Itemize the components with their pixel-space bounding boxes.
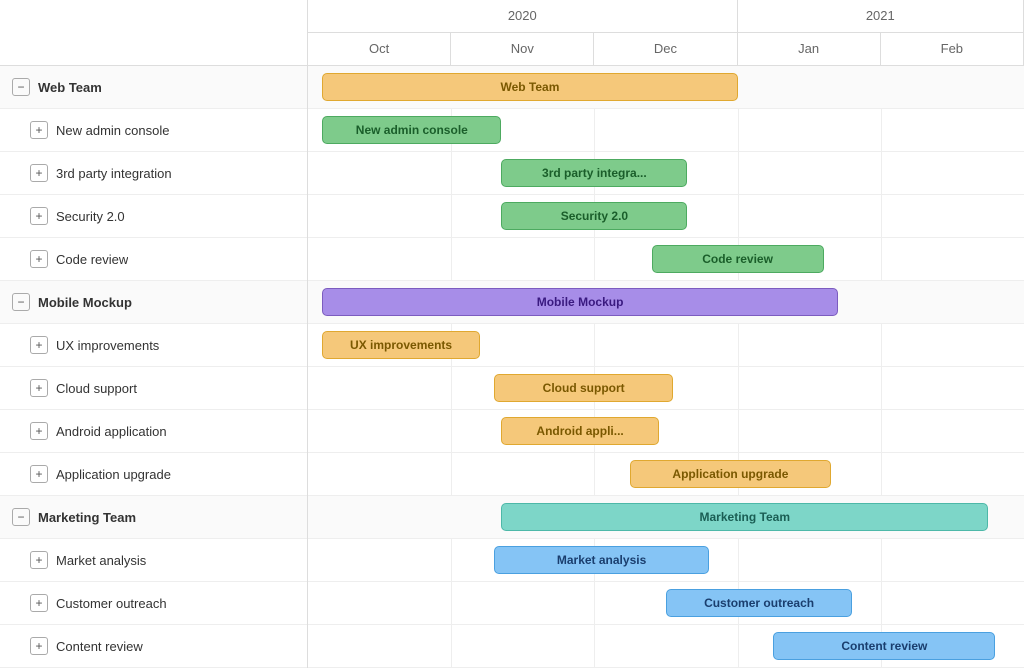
task-row-ux-improvements[interactable]: + UX improvements xyxy=(0,324,307,367)
task-row-web-team[interactable]: −Web Team xyxy=(0,66,307,109)
task-label-application-upgrade: Application upgrade xyxy=(56,467,171,482)
chart-row-marketing-team: Marketing Team xyxy=(308,496,1024,539)
gantt-bar-content-review[interactable]: Content review xyxy=(773,632,995,660)
task-row-new-admin-console[interactable]: + New admin console xyxy=(0,109,307,152)
chart-row-3rd-party-integration: 3rd party integra... xyxy=(308,152,1024,195)
task-label-code-review: Code review xyxy=(56,252,128,267)
chart-row-ux-improvements: UX improvements xyxy=(308,324,1024,367)
task-label-market-analysis: Market analysis xyxy=(56,553,146,568)
gantt-bar-ux-improvements[interactable]: UX improvements xyxy=(322,331,480,359)
gantt-bar-android-appli...[interactable]: Android appli... xyxy=(501,417,659,445)
task-row-content-review[interactable]: + Content review xyxy=(0,625,307,668)
gantt-bar-mobile-mockup[interactable]: Mobile Mockup xyxy=(322,288,838,316)
year-cell-2020: 2020 xyxy=(308,0,738,32)
task-row-customer-outreach[interactable]: + Customer outreach xyxy=(0,582,307,625)
year-cell-2021: 2021 xyxy=(738,0,1024,32)
task-row-cloud-support[interactable]: + Cloud support xyxy=(0,367,307,410)
gantt-bar-security-2.0[interactable]: Security 2.0 xyxy=(501,202,687,230)
task-label-mobile-mockup: Mobile Mockup xyxy=(38,295,132,310)
task-label-content-review: Content review xyxy=(56,639,143,654)
gantt-bar-customer-outreach[interactable]: Customer outreach xyxy=(666,589,852,617)
expand-icon[interactable]: + xyxy=(30,379,48,397)
task-row-market-analysis[interactable]: + Market analysis xyxy=(0,539,307,582)
month-cell-nov: Nov xyxy=(451,33,594,66)
gantt-bar-3rd-party-integra...[interactable]: 3rd party integra... xyxy=(501,159,687,187)
gantt-bar-code-review[interactable]: Code review xyxy=(652,245,824,273)
task-row-3rd-party-integration[interactable]: +3rd party integration xyxy=(0,152,307,195)
task-label-3rd-party-integration: 3rd party integration xyxy=(56,166,172,181)
month-cell-dec: Dec xyxy=(594,33,737,66)
task-row-application-upgrade[interactable]: + Application upgrade xyxy=(0,453,307,496)
collapse-icon[interactable]: − xyxy=(12,293,30,311)
task-label-android-application: Android application xyxy=(56,424,167,439)
gantt-bar-cloud-support[interactable]: Cloud support xyxy=(494,374,673,402)
chart-area: 20202021 OctNovDecJanFeb Web Team New adm… xyxy=(308,0,1024,668)
task-row-marketing-team[interactable]: −Marketing Team xyxy=(0,496,307,539)
task-label-cloud-support: Cloud support xyxy=(56,381,137,396)
gantt-bar-web-team[interactable]: Web Team xyxy=(322,73,737,101)
gantt-bar-market-analysis[interactable]: Market analysis xyxy=(494,546,709,574)
gantt-bar-marketing-team[interactable]: Marketing Team xyxy=(501,503,988,531)
expand-icon[interactable]: + xyxy=(30,465,48,483)
task-row-security-2[interactable]: + Security 2.0 xyxy=(0,195,307,238)
chart-row-cloud-support: Cloud support xyxy=(308,367,1024,410)
month-cell-feb: Feb xyxy=(881,33,1024,66)
gantt-bar-application-upgrade[interactable]: Application upgrade xyxy=(630,460,830,488)
expand-icon[interactable]: + xyxy=(30,336,48,354)
month-cell-oct: Oct xyxy=(308,33,451,66)
gantt-bar-new-admin-console[interactable]: New admin console xyxy=(322,116,501,144)
expand-icon[interactable]: + xyxy=(30,250,48,268)
chart-row-code-review: Code review xyxy=(308,238,1024,281)
task-label-web-team: Web Team xyxy=(38,80,102,95)
collapse-icon[interactable]: − xyxy=(12,78,30,96)
chart-row-customer-outreach: Customer outreach xyxy=(308,582,1024,625)
chart-row-security-2: Security 2.0 xyxy=(308,195,1024,238)
task-label-ux-improvements: UX improvements xyxy=(56,338,159,353)
chart-body: Web Team New admin console3rd party integ… xyxy=(308,66,1024,668)
chart-header: 20202021 OctNovDecJanFeb xyxy=(308,0,1024,66)
collapse-icon[interactable]: − xyxy=(12,508,30,526)
expand-icon[interactable]: + xyxy=(30,594,48,612)
chart-row-application-upgrade: Application upgrade xyxy=(308,453,1024,496)
year-row: 20202021 xyxy=(308,0,1024,33)
task-row-code-review[interactable]: + Code review xyxy=(0,238,307,281)
task-list-header xyxy=(0,0,307,66)
task-rows-container: −Web Team+New admin console+3rd party in… xyxy=(0,66,307,668)
task-row-mobile-mockup[interactable]: −Mobile Mockup xyxy=(0,281,307,324)
chart-row-content-review: Content review xyxy=(308,625,1024,668)
expand-icon[interactable]: + xyxy=(30,207,48,225)
task-label-security-2: Security 2.0 xyxy=(56,209,125,224)
chart-row-mobile-mockup: Mobile Mockup xyxy=(308,281,1024,324)
gantt-chart: −Web Team+New admin console+3rd party in… xyxy=(0,0,1024,668)
task-row-android-application[interactable]: + Android application xyxy=(0,410,307,453)
expand-icon[interactable]: + xyxy=(30,637,48,655)
month-cell-jan: Jan xyxy=(738,33,881,66)
chart-row-android-application: Android appli... xyxy=(308,410,1024,453)
expand-icon[interactable]: + xyxy=(30,164,48,182)
chart-row-web-team: Web Team xyxy=(308,66,1024,109)
chart-row-market-analysis: Market analysis xyxy=(308,539,1024,582)
expand-icon[interactable]: + xyxy=(30,551,48,569)
expand-icon[interactable]: + xyxy=(30,121,48,139)
task-label-new-admin-console: New admin console xyxy=(56,123,169,138)
expand-icon[interactable]: + xyxy=(30,422,48,440)
month-row: OctNovDecJanFeb xyxy=(308,33,1024,66)
chart-row-new-admin-console: New admin console xyxy=(308,109,1024,152)
task-label-marketing-team: Marketing Team xyxy=(38,510,136,525)
task-list: −Web Team+New admin console+3rd party in… xyxy=(0,0,308,668)
task-label-customer-outreach: Customer outreach xyxy=(56,596,167,611)
